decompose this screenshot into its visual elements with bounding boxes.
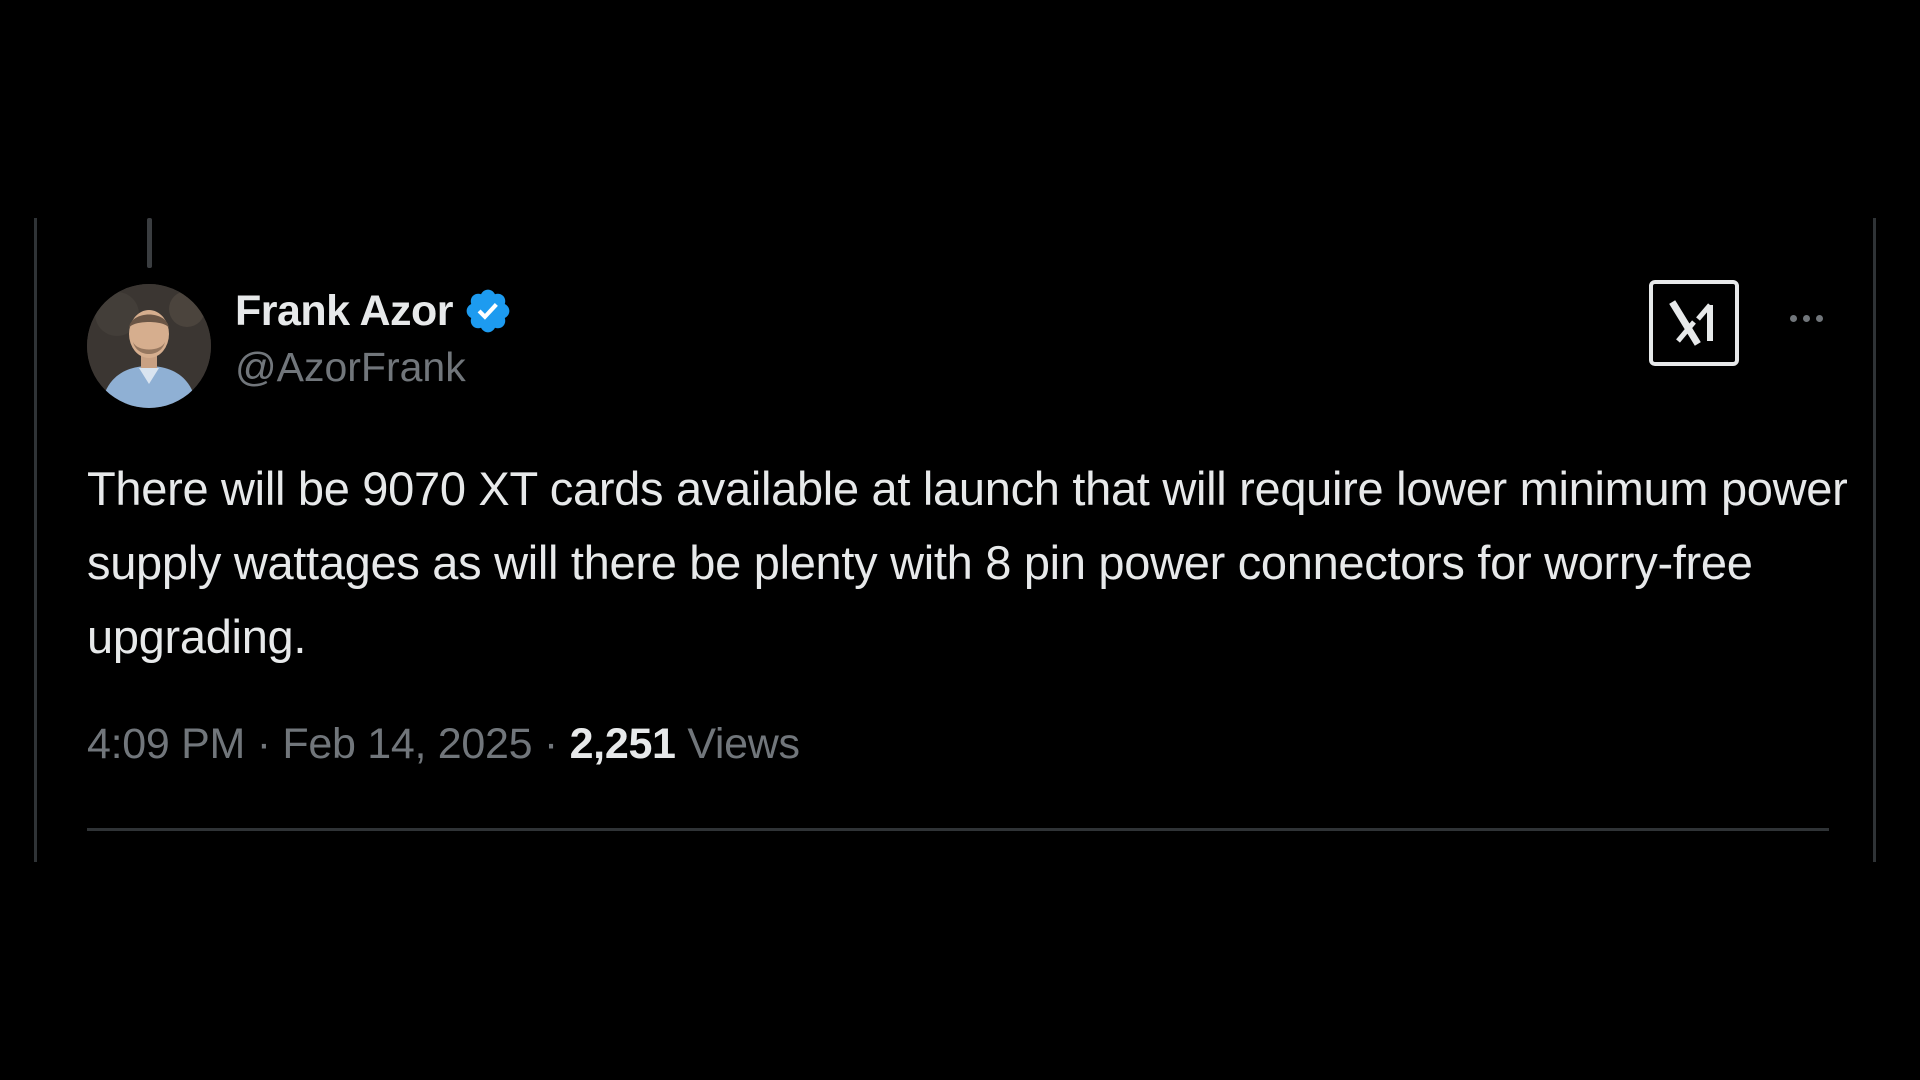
tweet-date[interactable]: Feb 14, 2025: [282, 720, 532, 768]
views-label: Views: [687, 720, 800, 768]
tweet-card: Frank Azor @AzorFrank There will be 9070…: [34, 218, 1876, 862]
tweet-meta: 4:09 PM · Feb 14, 2025 · 2,251 Views: [87, 720, 800, 769]
avatar-image: [87, 284, 211, 408]
meta-separator: ·: [543, 720, 558, 768]
more-horizontal-icon[interactable]: [1771, 298, 1841, 338]
avatar[interactable]: [87, 284, 211, 408]
more-dot: [1815, 314, 1823, 322]
more-dot: [1789, 314, 1797, 322]
author-block: Frank Azor @AzorFrank: [235, 284, 513, 391]
x-logo-icon[interactable]: [1649, 280, 1739, 366]
more-dot: [1802, 314, 1810, 322]
tweet-time[interactable]: 4:09 PM: [87, 720, 245, 768]
screen: Frank Azor @AzorFrank There will be 9070…: [0, 0, 1920, 1080]
tweet-text: There will be 9070 XT cards available at…: [87, 462, 1848, 663]
views-count[interactable]: 2,251: [570, 720, 676, 768]
verified-badge-icon[interactable]: [463, 286, 513, 336]
divider: [87, 828, 1829, 831]
handle[interactable]: @AzorFrank: [235, 344, 513, 391]
thread-line: [147, 218, 152, 268]
display-name[interactable]: Frank Azor: [235, 287, 454, 336]
meta-separator: ·: [256, 720, 271, 768]
name-row: Frank Azor: [235, 284, 513, 338]
